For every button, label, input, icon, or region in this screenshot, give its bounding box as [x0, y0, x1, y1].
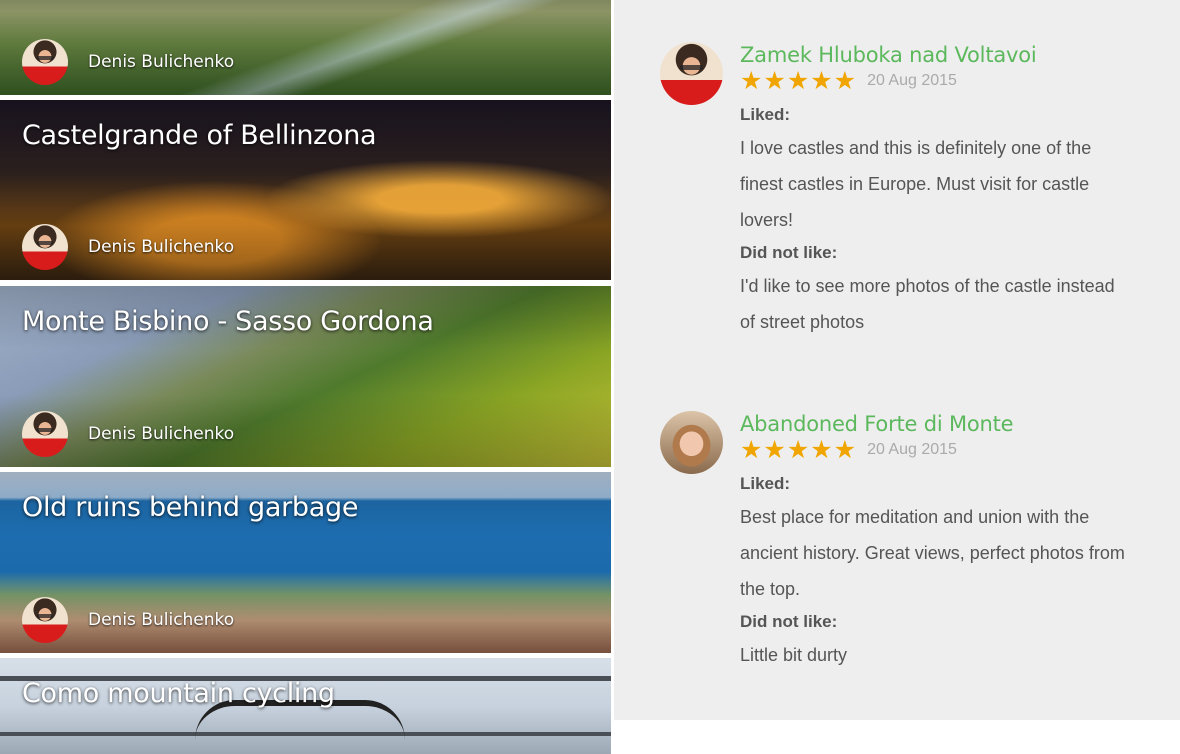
disliked-text-line: I'd like to see more photos of the castl… — [740, 276, 1115, 296]
review-date: 20 Aug 2015 — [867, 441, 957, 458]
trip-title: Como mountain cycling — [22, 678, 335, 709]
review-panel: Zamek Hluboka nad Voltavoi ★★★★★ 20 Aug … — [614, 0, 1180, 720]
trip-title: Monte Bisbino - Sasso Gordona — [22, 306, 434, 337]
author-avatar — [22, 411, 68, 457]
trip-author: Denis Bulichenko — [22, 411, 234, 457]
disliked-text-line: of street photos — [740, 312, 865, 332]
author-avatar — [22, 597, 68, 643]
author-name: Denis Bulichenko — [88, 237, 235, 257]
trip-author: Denis Bulichenko — [22, 597, 234, 643]
author-name: Denis Bulichenko — [88, 424, 235, 444]
author-avatar — [22, 39, 68, 85]
disliked-text-line: Little bit durty — [740, 645, 848, 665]
trip-author: Denis Bulichenko — [22, 39, 234, 85]
liked-text-line: Best place for meditation and union with… — [740, 507, 1090, 527]
liked-text-line: the top. — [740, 579, 801, 599]
reviewer-avatar[interactable] — [660, 411, 723, 474]
disliked-label: Did not like: — [740, 243, 838, 262]
rating-stars-icon: ★★★★★ — [740, 67, 858, 95]
liked-label: Liked: — [740, 474, 791, 493]
author-name: Denis Bulichenko — [88, 610, 235, 630]
trip-author: Denis Bulichenko — [22, 224, 234, 270]
trip-card[interactable]: Denis Bulichenko — [0, 0, 611, 95]
review-date: 20 Aug 2015 — [867, 72, 957, 89]
liked-text-line: ancient history. Great views, perfect ph… — [740, 543, 1125, 563]
review-body: Zamek Hluboka nad Voltavoi ★★★★★ 20 Aug … — [740, 42, 1180, 340]
trip-title: Old ruins behind garbage — [22, 492, 359, 523]
review-place-link[interactable]: Abandoned Forte di Monte — [740, 411, 1180, 437]
reviewer-avatar[interactable] — [660, 42, 723, 105]
rating-stars-icon: ★★★★★ — [740, 436, 858, 464]
trip-title: Castelgrande of Bellinzona — [22, 120, 377, 151]
trip-card[interactable]: Como mountain cycling — [0, 658, 611, 754]
trip-card[interactable]: Monte Bisbino - Sasso Gordona Denis Buli… — [0, 286, 611, 467]
review-body: Abandoned Forte di Monte ★★★★★ 20 Aug 20… — [740, 411, 1180, 673]
author-name: Denis Bulichenko — [88, 52, 235, 72]
trip-card-list: Denis Bulichenko Castelgrande of Bellinz… — [0, 0, 611, 754]
liked-text-line: I love castles and this is definitely on… — [740, 138, 1092, 158]
review-meta: ★★★★★ 20 Aug 2015 — [740, 68, 1180, 94]
trip-card[interactable]: Old ruins behind garbage Denis Bulichenk… — [0, 472, 611, 653]
review-meta: ★★★★★ 20 Aug 2015 — [740, 437, 1180, 463]
liked-label: Liked: — [740, 105, 791, 124]
disliked-label: Did not like: — [740, 612, 838, 631]
liked-text-line: lovers! — [740, 210, 794, 230]
review-place-link[interactable]: Zamek Hluboka nad Voltavoi — [740, 42, 1180, 68]
author-avatar — [22, 224, 68, 270]
liked-text-line: finest castles in Europe. Must visit for… — [740, 174, 1090, 194]
trip-card[interactable]: Castelgrande of Bellinzona Denis Buliche… — [0, 100, 611, 280]
